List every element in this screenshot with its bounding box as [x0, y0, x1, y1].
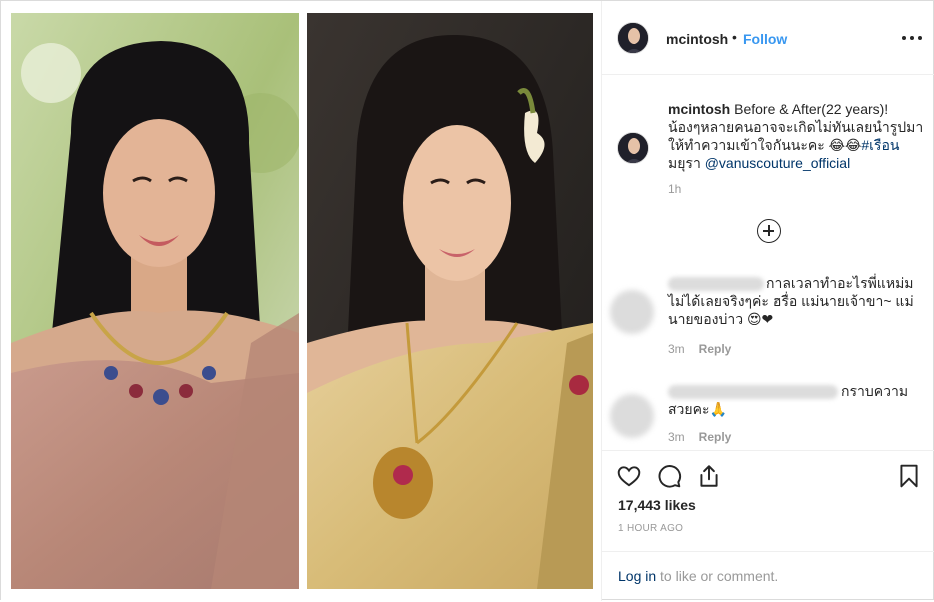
- caption: mcintosh Before & After(22 years)! น้องๆ…: [668, 100, 930, 172]
- separator-dot: •: [732, 29, 737, 45]
- comment-icon[interactable]: [656, 463, 682, 489]
- before-photo: [11, 13, 299, 589]
- comment-meta: 3m Reply: [668, 430, 731, 444]
- follow-button[interactable]: Follow: [743, 31, 787, 47]
- reply-button[interactable]: Reply: [699, 342, 732, 356]
- bookmark-icon[interactable]: [896, 463, 922, 489]
- likes-count[interactable]: 17,443 likes: [618, 497, 696, 513]
- after-photo: [307, 13, 593, 589]
- hashtag-link[interactable]: #เรือน: [861, 137, 899, 153]
- comment-avatar[interactable]: [610, 290, 654, 334]
- comment-avatar[interactable]: [610, 394, 654, 438]
- caption-username[interactable]: mcintosh: [668, 101, 730, 117]
- comment-text: กาลเวลาทำอะไรพี่แหม่ม ไม่ได้เลยจริงๆค่ะ …: [668, 275, 914, 327]
- post-actions: 17,443 likes 1 HOUR AGO Log in to like o…: [602, 450, 934, 601]
- plus-circle-icon[interactable]: [757, 219, 781, 243]
- caption-line3: ให้ทำความเข้าใจกันนะคะ: [668, 137, 829, 153]
- more-horizontal-icon[interactable]: [901, 27, 923, 47]
- username[interactable]: mcintosh: [666, 31, 728, 47]
- login-prompt: Log in to like or comment.: [602, 551, 934, 602]
- login-link[interactable]: Log in: [618, 568, 656, 584]
- reply-button[interactable]: Reply: [699, 430, 732, 444]
- avatar[interactable]: [617, 22, 649, 54]
- login-text: Log in to like or comment.: [618, 568, 779, 584]
- caption-emoji: 😂😂: [828, 137, 862, 153]
- caption-line1: Before & After(22 years)!: [734, 101, 889, 117]
- post-media[interactable]: [1, 1, 601, 601]
- comment-meta: 3m Reply: [668, 342, 731, 356]
- caption-time[interactable]: 1h: [668, 182, 681, 196]
- mention-link[interactable]: @vanuscouture_official: [705, 155, 850, 171]
- comments-list: mcintosh Before & After(22 years)! น้องๆ…: [602, 76, 934, 450]
- post-timestamp[interactable]: 1 HOUR AGO: [618, 523, 683, 534]
- comment-time[interactable]: 3m: [668, 342, 685, 356]
- comment-text: กราบความ สวยคะ🙏: [668, 383, 909, 417]
- post-sidebar: mcintosh • Follow mcintosh Before & Afte…: [601, 1, 934, 601]
- instagram-post: mcintosh • Follow mcintosh Before & Afte…: [0, 0, 934, 601]
- caption-avatar[interactable]: [617, 132, 649, 164]
- share-icon[interactable]: [696, 463, 722, 489]
- post-header: mcintosh • Follow: [602, 1, 934, 75]
- caption-line4: มยุรา: [668, 155, 705, 171]
- caption-line2: น้องๆหลายคนอาจจะเกิดไม่ทันเลยนำรูปมา: [668, 119, 924, 135]
- comment-time[interactable]: 3m: [668, 430, 685, 444]
- heart-icon[interactable]: [616, 463, 642, 489]
